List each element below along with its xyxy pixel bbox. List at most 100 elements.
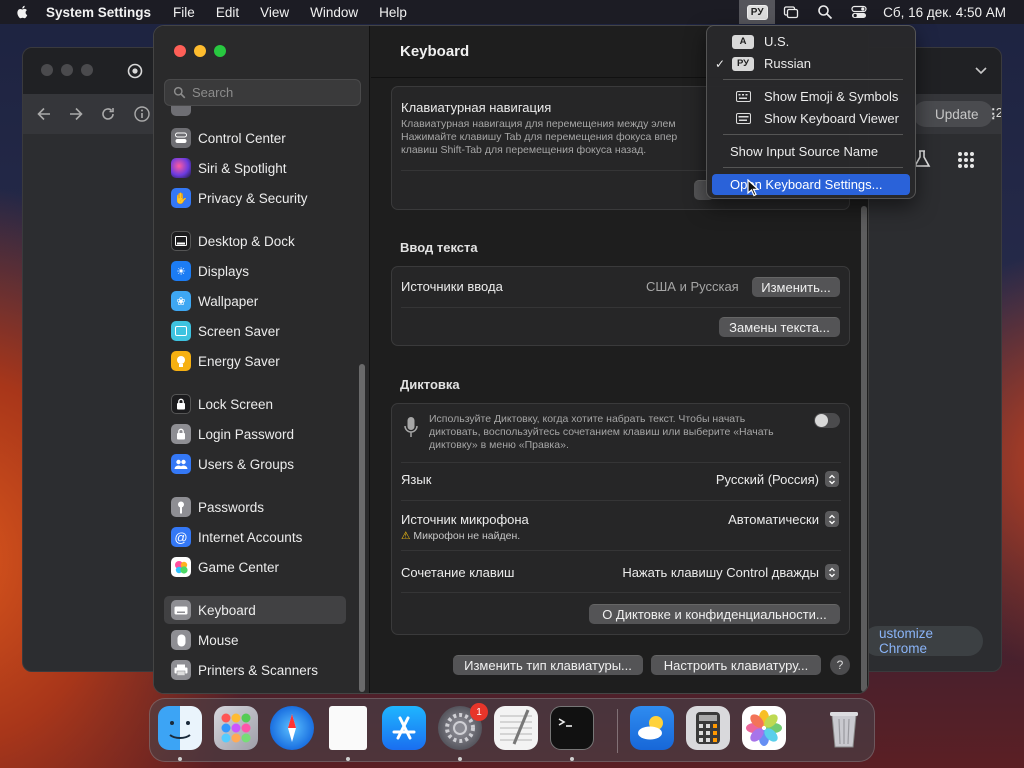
- sidebar-item-wallpaper[interactable]: ❀ Wallpaper: [164, 287, 346, 315]
- sidebar-item-lock-screen[interactable]: Lock Screen: [164, 390, 346, 418]
- dock-finder-icon[interactable]: [158, 706, 202, 750]
- dock-textedit-icon[interactable]: [329, 706, 367, 750]
- menu-view[interactable]: View: [260, 5, 289, 20]
- forward-arrow-icon[interactable]: [67, 105, 85, 123]
- dock-terminal-icon[interactable]: [550, 706, 594, 750]
- shortcut-select[interactable]: Нажать клавишу Control дважды: [622, 564, 839, 580]
- siri-icon: [171, 158, 191, 178]
- content-scrollbar[interactable]: [861, 206, 867, 692]
- help-button[interactable]: ?: [830, 655, 850, 675]
- sidebar-item-energy-saver[interactable]: Energy Saver: [164, 347, 346, 375]
- input-source-menu[interactable]: РУ: [739, 0, 776, 24]
- dictation-toggle[interactable]: [814, 413, 840, 428]
- chrome-update-button[interactable]: Update ⋮: [913, 101, 1000, 127]
- sidebar-item-siri-spotlight[interactable]: Siri & Spotlight: [164, 154, 346, 182]
- sidebar-item-internet-accounts[interactable]: @ Internet Accounts: [164, 523, 346, 551]
- dictation-language-value: Русский (Россия): [715, 471, 819, 487]
- menu-item-russian[interactable]: ✓ РУ Russian: [712, 53, 910, 74]
- site-info-icon[interactable]: [133, 105, 151, 123]
- dictation-language-select[interactable]: Русский (Россия): [716, 471, 839, 487]
- chrome-zoom-button[interactable]: [81, 64, 93, 76]
- search-icon: [173, 86, 186, 99]
- dock-photos-icon[interactable]: [742, 706, 786, 750]
- google-apps-grid-icon[interactable]: [957, 151, 975, 169]
- customize-chrome-button[interactable]: ustomize Chrome: [863, 626, 983, 656]
- sidebar-item-game-center[interactable]: Game Center: [164, 553, 346, 581]
- input-source-badge: РУ: [746, 4, 768, 20]
- menu-clock[interactable]: Сб, 16 дек. 4:50 AM: [883, 5, 1006, 20]
- menu-file[interactable]: File: [173, 5, 195, 20]
- sidebar-item-displays[interactable]: ☀ Displays: [164, 257, 346, 285]
- menu-item-keyboard-viewer[interactable]: Show Keyboard Viewer: [712, 108, 910, 129]
- sidebar-item-printers-scanners[interactable]: Printers & Scanners: [164, 656, 346, 684]
- menu-item-open-keyboard-settings[interactable]: Open Keyboard Settings...: [712, 174, 910, 195]
- menu-item-us[interactable]: A U.S.: [712, 31, 910, 52]
- updown-chevron-icon: [825, 564, 839, 580]
- dock-running-indicator: [570, 757, 574, 761]
- setup-keyboard-button[interactable]: Настроить клавиатуру...: [651, 655, 821, 675]
- mouse-pointer-icon: [747, 179, 760, 197]
- menu-bar: System Settings File Edit View Window He…: [0, 0, 1024, 24]
- menu-window[interactable]: Window: [310, 5, 358, 20]
- apple-logo-icon[interactable]: [14, 4, 30, 20]
- sidebar-item-label: Wallpaper: [198, 293, 259, 309]
- text-input-section-title: Ввод текста: [400, 240, 478, 255]
- dock-trash-icon[interactable]: [822, 706, 866, 750]
- keyboard-navigation-desc-2: Нажимайте клавишу Tab для перемещения фо…: [401, 131, 678, 143]
- mic-source-value: Автоматически: [728, 511, 819, 527]
- edit-input-sources-button[interactable]: Изменить...: [752, 277, 840, 297]
- menu-item-show-emoji[interactable]: Show Emoji & Symbols: [712, 86, 910, 107]
- sidebar-item-control-center[interactable]: Control Center: [164, 124, 346, 152]
- dictation-privacy-button[interactable]: О Диктовке и конфиденциальности...: [589, 604, 840, 624]
- emoji-keyboard-icon: [736, 91, 751, 102]
- keyboard-navigation-desc-1: Клавиатурная навигация для перемещения м…: [401, 118, 676, 130]
- dictation-section-title: Диктовка: [400, 377, 460, 392]
- dictation-box: Используйте Диктовку, когда хотите набра…: [391, 403, 850, 635]
- dock-script-editor-icon[interactable]: [494, 706, 538, 750]
- sidebar-item-keyboard[interactable]: Keyboard: [164, 596, 346, 624]
- menu-item-label: Russian: [764, 56, 811, 71]
- close-button[interactable]: [174, 45, 186, 57]
- divider: [401, 550, 841, 551]
- sidebar-item-label: Control Center: [198, 130, 286, 146]
- sidebar-item-screen-saver[interactable]: Screen Saver: [164, 317, 346, 345]
- text-replacements-button[interactable]: Замены текста...: [719, 317, 840, 337]
- sidebar-scrollbar[interactable]: [359, 364, 365, 692]
- menu-item-show-input-name[interactable]: Show Input Source Name: [712, 141, 910, 162]
- change-keyboard-type-button[interactable]: Изменить тип клавиатуры...: [453, 655, 643, 675]
- chrome-close-button[interactable]: [41, 64, 53, 76]
- keyboard-icon: [171, 600, 191, 620]
- sidebar-item-label: Passwords: [198, 499, 265, 515]
- minimize-button[interactable]: [194, 45, 206, 57]
- sidebar-item-label: Printers & Scanners: [198, 662, 319, 678]
- control-center-icon[interactable]: [851, 4, 867, 20]
- sidebar-item-users-groups[interactable]: Users & Groups: [164, 450, 346, 478]
- chrome-tab-search-chevron-icon[interactable]: [975, 66, 987, 76]
- menu-app-name[interactable]: System Settings: [46, 5, 151, 20]
- spotlight-search-icon[interactable]: [817, 4, 833, 20]
- dock-weather-icon[interactable]: [630, 706, 674, 750]
- mic-source-select[interactable]: Автоматически: [728, 511, 839, 527]
- dock-calculator-icon[interactable]: [686, 706, 730, 750]
- keyboard-navigation-title: Клавиатурная навигация: [401, 100, 552, 115]
- dock-launchpad-icon[interactable]: [214, 706, 258, 750]
- menu-help[interactable]: Help: [379, 5, 407, 20]
- back-arrow-icon[interactable]: [35, 105, 53, 123]
- keyboard-navigation-desc-3: клавиш Shift-Tab для перемещения фокуса …: [401, 144, 647, 156]
- reload-icon[interactable]: [99, 105, 117, 123]
- sidebar-item-passwords[interactable]: Passwords: [164, 493, 346, 521]
- screen-mirroring-icon[interactable]: [783, 4, 799, 20]
- sidebar-item-login-password[interactable]: Login Password: [164, 420, 346, 448]
- sidebar-item-mouse[interactable]: Mouse: [164, 626, 346, 654]
- sidebar-item-privacy-security[interactable]: ✋ Privacy & Security: [164, 184, 346, 212]
- menu-item-label: U.S.: [764, 34, 790, 49]
- sidebar-item-desktop-dock[interactable]: Desktop & Dock: [164, 227, 346, 255]
- search-field[interactable]: Search: [164, 79, 361, 106]
- chrome-minimize-button[interactable]: [61, 64, 73, 76]
- dock-safari-icon[interactable]: [270, 706, 314, 750]
- zoom-button[interactable]: [214, 45, 226, 57]
- dock-app-store-icon[interactable]: [382, 706, 426, 750]
- mic-source-label: Источник микрофона: [401, 512, 529, 527]
- menu-separator: [723, 134, 903, 135]
- menu-edit[interactable]: Edit: [216, 5, 239, 20]
